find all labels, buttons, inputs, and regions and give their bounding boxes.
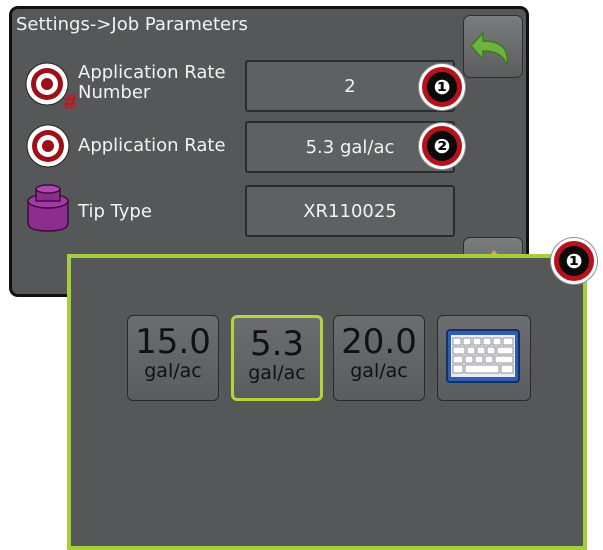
preset-value: 20.0 [341, 322, 417, 362]
preset-unit: gal/ac [144, 360, 202, 382]
callout-popup-1-number: ❶ [559, 246, 589, 276]
callout-1-number: ❶ [427, 72, 457, 102]
tip-type-field[interactable]: XR110025 [245, 185, 455, 237]
callout-1: ❶ [419, 64, 465, 110]
preset-value: 15.0 [135, 322, 211, 362]
nozzle-tip-icon [27, 184, 69, 232]
application-rate-label: Application Rate [78, 135, 226, 156]
keyboard-button[interactable] [437, 315, 531, 401]
keyboard-icon [446, 329, 520, 383]
application-rate-number-icon: # [25, 62, 76, 113]
preset-button-5-3[interactable]: 5.3 gal/ac [231, 315, 323, 401]
preset-unit: gal/ac [248, 362, 306, 384]
preset-button-20[interactable]: 20.0 gal/ac [333, 315, 425, 401]
application-rate-number-label: Application Rate Number [78, 63, 226, 103]
callout-2: ❷ [419, 123, 465, 169]
preset-button-15[interactable]: 15.0 gal/ac [127, 315, 219, 401]
label-line-1: Application Rate [78, 62, 226, 83]
callout-2-number: ❷ [427, 131, 457, 161]
breadcrumb: Settings->Job Parameters [16, 14, 248, 35]
callout-popup-1: ❶ [551, 238, 597, 284]
preset-unit: gal/ac [350, 360, 408, 382]
application-rate-icon [26, 124, 70, 168]
preset-value: 5.3 [249, 324, 305, 364]
svg-text:#: # [62, 90, 76, 113]
rate-preset-popup: 15.0 gal/ac 5.3 gal/ac 20.0 gal/ac [67, 254, 587, 550]
label-line-2: Number [78, 82, 151, 103]
back-button[interactable] [463, 15, 523, 78]
tip-type-label: Tip Type [78, 201, 152, 222]
back-arrow-icon [469, 31, 509, 66]
